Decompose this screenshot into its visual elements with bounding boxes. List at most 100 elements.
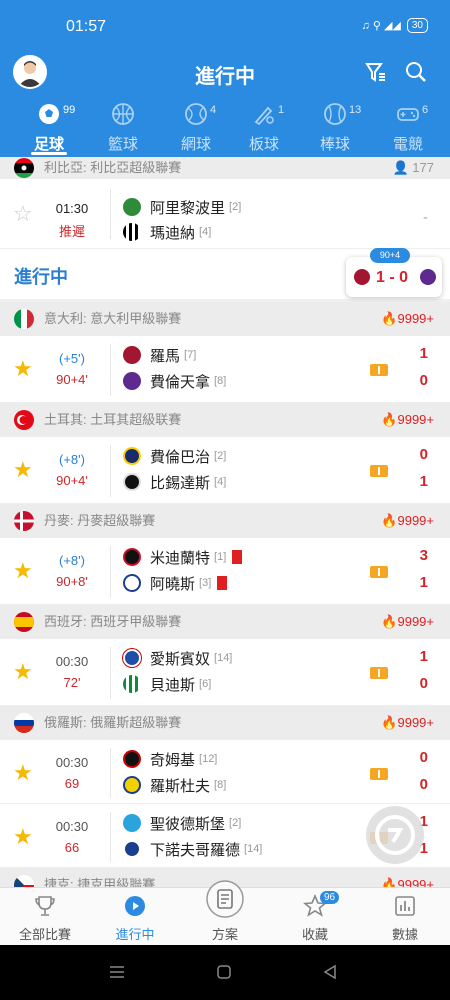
favorite-star-icon[interactable]: ★ — [13, 560, 33, 582]
nav-plans[interactable]: 方案 — [180, 880, 270, 946]
live-pitch-icon[interactable] — [370, 566, 388, 578]
team-name: 比錫達斯 — [150, 474, 211, 492]
nav-all-matches[interactable]: 全部比賽 — [0, 888, 90, 946]
filter-icon[interactable] — [364, 60, 388, 84]
home-team: 米迪蘭特 [1] — [123, 547, 353, 567]
nav-favorites[interactable]: 96 收藏 — [270, 888, 360, 946]
favorite-star-icon[interactable]: ★ — [13, 826, 33, 848]
league-header[interactable]: 意大利: 意大利甲級聯賽 🔥9999+ — [0, 302, 450, 336]
favorite-star-icon[interactable]: ★ — [13, 358, 33, 380]
pinned-score: 1 - 0 — [376, 269, 409, 286]
league-header[interactable]: 利比亞: 利比亞超級聯賽 👤 177 — [0, 157, 450, 179]
back-icon[interactable] — [322, 964, 338, 980]
floating-action-button[interactable] — [366, 806, 424, 864]
tab-tennis[interactable]: 4 網球 — [161, 102, 231, 157]
hot-value: 9999+ — [397, 877, 434, 887]
away-score: 0 — [419, 776, 428, 793]
league-name: 利比亞: 利比亞超級聯賽 — [44, 160, 182, 175]
match-time: 00:30 — [55, 819, 89, 834]
play-circle-icon — [125, 896, 145, 916]
favorite-star-icon[interactable]: ★ — [13, 762, 33, 784]
search-icon[interactable] — [404, 60, 428, 84]
match-row[interactable]: ★ (+8') 90+4' 費倫巴治 [2] 比錫達斯 [4] 0 1 — [0, 437, 450, 504]
team-name: 奇姆基 — [150, 751, 196, 769]
home-score: 1 — [419, 345, 428, 362]
away-score: 1 — [419, 574, 428, 591]
team-rank: [4] — [214, 476, 227, 488]
tab-label: 網球 — [180, 136, 211, 153]
divider — [110, 748, 111, 798]
system-nav-bar — [0, 945, 450, 1000]
match-status: 推遲 — [58, 224, 85, 239]
live-pitch-icon[interactable] — [370, 667, 388, 679]
league-header[interactable]: 土耳其: 土耳其超級联賽 🔥9999+ — [0, 403, 450, 437]
match-row[interactable]: ★ (+5') 90+4' 羅馬 [7] 費倫天拿 [8] 1 0 — [0, 336, 450, 403]
league-header[interactable]: 西班牙: 西班牙甲級聯賽 🔥9999+ — [0, 605, 450, 639]
divider — [110, 812, 111, 862]
divider — [110, 647, 111, 699]
libya-flag-icon — [14, 158, 34, 178]
added-time: (+8') — [59, 553, 85, 568]
team-name: 米迪蘭特 — [150, 549, 211, 567]
added-time: (+5') — [59, 351, 85, 366]
divider — [110, 344, 111, 396]
menu-icon[interactable] — [108, 964, 126, 980]
russia-flag-icon — [14, 713, 34, 733]
team-name: 愛斯賓奴 — [150, 650, 211, 668]
nav-data[interactable]: 數據 — [360, 888, 450, 946]
team-rank: [1] — [214, 551, 227, 563]
viewer-count: 👤 177 — [392, 160, 434, 175]
league-name: 丹麥: 丹麥超級聯賽 — [44, 513, 156, 528]
team-logo-icon — [123, 776, 141, 794]
match-row[interactable]: ★ (+8') 90+8' 米迪蘭特 [1] 阿曉斯 [3] 3 1 — [0, 538, 450, 605]
hot-count: 🔥9999+ — [381, 868, 434, 887]
ball-icon — [375, 815, 415, 855]
league-header[interactable]: 丹麥: 丹麥超級聯賽 🔥9999+ — [0, 504, 450, 538]
tab-basketball[interactable]: 籃球 — [88, 102, 158, 157]
favorite-star-icon[interactable]: ★ — [13, 459, 33, 481]
tab-baseball[interactable]: 13 棒球 — [300, 102, 370, 157]
hot-count: 🔥9999+ — [381, 412, 434, 427]
home-score: 3 — [419, 547, 428, 564]
tab-cricket[interactable]: 1 板球 — [229, 102, 299, 157]
tab-football[interactable]: 99 足球 — [14, 102, 84, 157]
team-logo-icon — [123, 473, 141, 491]
home-team: 羅馬 [7] — [123, 345, 353, 365]
score: - — [423, 209, 428, 226]
match-row[interactable]: ★ 00:30 72' 愛斯賓奴 [14] 貝迪斯 [6] 1 0 — [0, 639, 450, 706]
team-rank: [8] — [214, 779, 227, 791]
league-header[interactable]: 俄羅斯: 俄羅斯超級聯賽 🔥9999+ — [0, 706, 450, 740]
team-name: 貝迪斯 — [150, 676, 196, 694]
nav-live[interactable]: 進行中 — [90, 888, 180, 946]
denmark-flag-icon — [14, 511, 34, 531]
home-team: 奇姆基 [12] — [123, 749, 353, 769]
tab-esports[interactable]: 6 電競 — [373, 102, 443, 157]
pinned-score-widget[interactable]: 90+4 1 - 0 — [346, 248, 442, 297]
favorite-star-icon[interactable]: ☆ — [13, 203, 33, 225]
away-team: 瑪迪納 [4] — [123, 222, 353, 242]
match-row[interactable]: ☆ 01:30 推遲 阿里黎波里 [2] 瑪迪納 [4] - — [0, 179, 450, 249]
match-time: 00:30 — [55, 755, 89, 770]
hot-count: 🔥9999+ — [381, 513, 434, 528]
live-pitch-icon[interactable] — [370, 364, 388, 376]
spain-flag-icon — [14, 612, 34, 632]
live-pitch-icon[interactable] — [370, 768, 388, 780]
football-icon — [39, 104, 59, 124]
match-minute: 66 — [64, 840, 80, 855]
tab-label: 電競 — [392, 136, 423, 153]
divider — [110, 546, 111, 598]
match-row[interactable]: ★ 00:30 69 奇姆基 [12] 羅斯杜夫 [8] 0 0 — [0, 740, 450, 804]
section-title: 進行中 — [14, 267, 68, 287]
team-name: 羅馬 — [150, 347, 181, 365]
away-team: 阿曉斯 [3] — [123, 573, 353, 593]
live-pitch-icon[interactable] — [370, 465, 388, 477]
tab-label: 板球 — [248, 136, 279, 153]
away-score: 1 — [419, 473, 428, 490]
home-icon[interactable] — [216, 964, 232, 980]
team-name: 阿曉斯 — [150, 575, 196, 593]
league-name: 土耳其: 土耳其超級联賽 — [44, 412, 182, 427]
team-rank: [3] — [199, 577, 212, 589]
favorite-star-icon[interactable]: ★ — [13, 661, 33, 683]
match-time: 01:30 — [55, 201, 89, 216]
away-team: 費倫天拿 [8] — [123, 371, 353, 391]
